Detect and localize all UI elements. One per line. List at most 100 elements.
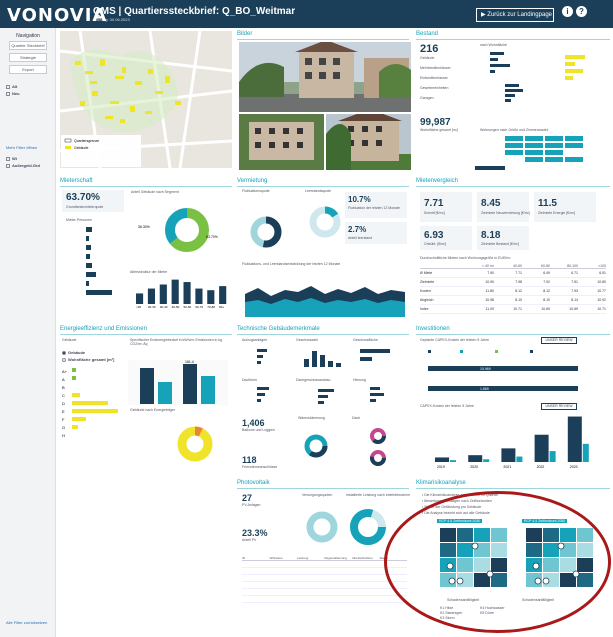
class-label: H	[62, 433, 65, 438]
table-cell: 10.92	[597, 298, 606, 302]
capex-bar-secondary	[516, 456, 523, 462]
section-title-klimarisiko: Klimarisikoanalyse	[416, 480, 466, 486]
table-cell: 6.51	[599, 271, 606, 275]
risk-cell	[577, 528, 593, 542]
chart-title-aufzug: Aufzugsanlagen	[242, 338, 268, 342]
table-header-cell: Status	[379, 556, 389, 560]
kpi-miete-bestand: 8.18	[481, 230, 501, 241]
map-legend-border: Quartiersgrenze	[74, 139, 99, 143]
capex-bar-secondary	[582, 443, 589, 462]
chart-title-leistung: Installierte Leistung nach Inbetriebnahm…	[346, 493, 411, 497]
more-filters-link[interactable]: Mehr Filter öffnen	[6, 145, 37, 150]
age-bar	[147, 288, 155, 304]
class-label: A+	[62, 369, 68, 374]
kpi-pv-anlagen-label: PV-Anlagen	[242, 503, 261, 507]
help-icon[interactable]: ?	[576, 6, 587, 17]
checkbox-label: Alt	[12, 84, 18, 89]
back-button-label: Zurück zur Landingpage	[487, 12, 552, 18]
age-tick-label: 50-60	[184, 305, 192, 309]
klima-bullet: • Bewertungsgrundlagen nach Zeithorizont…	[422, 499, 492, 503]
unser-review-button[interactable]: UNSER REVIEW	[541, 337, 577, 344]
sidebar-button-strategie[interactable]: Strategie	[9, 53, 47, 62]
class-label: E	[62, 409, 65, 414]
table-header-cell: Leistung	[297, 556, 309, 560]
kpi-label: Zielmiete Neuvermietung [€/m²]	[481, 211, 530, 215]
filter-checkbox-neu[interactable]: Neu	[6, 91, 20, 96]
pv-table: ID Wirksame Leistung Regionalisierung Inbetr…	[242, 556, 407, 603]
sidebar-button-export[interactable]: Export	[9, 65, 47, 74]
unser-review-button-2[interactable]: UNSER REVIEW	[541, 403, 577, 410]
filter-checkbox-extra[interactable]: Außergebl.Grd	[6, 163, 40, 168]
capex-bar	[567, 416, 582, 462]
back-to-landingpage-button[interactable]: ▶ Zurück zur Landingpage	[476, 8, 554, 22]
energie-radio-title: Gebäude	[62, 338, 77, 342]
age-tick-label: 80+	[219, 305, 224, 309]
kpi-wohnflaeche-label: Wohnfläche gesamt [m²]	[420, 128, 458, 132]
age-bar	[159, 284, 167, 304]
table-cell: 10.69	[569, 307, 578, 311]
capex-bar	[468, 455, 483, 462]
axis-x-label: Schadensanfälligkeit	[522, 598, 555, 602]
bar-value: 10,969	[480, 367, 491, 371]
quarter-map[interactable]: Quartiersgrenze Gebäude	[59, 30, 233, 169]
reset-filters-link[interactable]: Alle Filter zurücksetzen	[6, 620, 47, 625]
bestand-list-item: Einfamilienhäuser	[420, 76, 448, 80]
risk-cell	[491, 528, 507, 542]
risk-cell	[543, 528, 559, 542]
table-row: Index 11.09 10.71 10.69 10.69 10.71	[420, 305, 606, 314]
chart-title-dach: Dach	[352, 416, 361, 420]
fluktuation-area-chart	[245, 272, 405, 317]
chart-title-waermedaemmung: Wärmedämmung	[298, 416, 325, 420]
chart-title-geschosszahl: Geschosszahl	[296, 338, 318, 342]
info-icon[interactable]: i	[562, 6, 573, 17]
altersstruktur-bar-chart: <20 20-30 30-40 40-50 50-60 60-70 70-80 80+	[136, 279, 227, 309]
matrix-title-2050: RCP 4.5 Zeithorizont 2050	[522, 519, 568, 523]
klimarisiko-matrix	[440, 528, 593, 587]
technik-row2-charts	[257, 387, 384, 404]
risk-cell	[560, 528, 576, 542]
table-row: Abgleich 10.98 8.10 8.10 8.14 10.92	[420, 296, 606, 305]
risk-cell	[491, 558, 507, 572]
capex-tick-label: 2019	[437, 465, 445, 469]
risk-marker	[471, 542, 479, 550]
section-title-photovoltaik: Photovoltaik	[237, 480, 270, 486]
table-cell: 8.14	[571, 298, 578, 302]
age-tick-label: 70-80	[207, 305, 215, 309]
table-cell: 11.80	[485, 289, 495, 293]
radio-wohnflaeche[interactable]: Wohnfläche gesamt [m²]	[62, 357, 114, 362]
capex-tick-label: 2021	[503, 465, 511, 469]
filter-checkbox-alt[interactable]: Alt	[6, 84, 17, 89]
chart-title-geschossflaeche: Geschossfläche	[353, 338, 378, 342]
kpi-leerstand-value: 2.7%	[348, 225, 367, 234]
risk-cell	[491, 543, 507, 557]
risk-cell	[577, 543, 593, 557]
filter-checkbox-wi[interactable]: Wi	[6, 156, 17, 161]
sidebar-button-steckbrief[interactable]: Quartier Steckbrief	[9, 41, 47, 50]
risk-cell	[440, 528, 456, 542]
chart-title-energietraeger: Gebäude nach Energieträger	[130, 408, 176, 412]
capex-bar	[501, 448, 516, 462]
radio-gebaeude[interactable]: Gebäude	[62, 350, 85, 355]
divider	[237, 334, 409, 335]
age-bar	[219, 286, 227, 304]
energietraeger-donut	[177, 426, 213, 462]
kpi-label: Schnitt [€/m²]	[424, 211, 445, 215]
table-row: Zielmiete 10.90 7.98 7.92 7.51 10.80	[420, 278, 606, 287]
leerstand-donut	[309, 206, 341, 238]
bullet-text: Bewertungsgrundlagen nach Zeithorizonten	[424, 499, 492, 503]
kpi-pv-anteil-value: 23.3%	[242, 528, 268, 538]
divider	[416, 186, 610, 187]
table-header-cell: 40-60	[513, 264, 522, 268]
table-cell: Zielmiete	[420, 280, 435, 284]
capex-bar	[435, 457, 449, 462]
age-tick-label: 20-30	[148, 305, 156, 309]
age-bar	[136, 293, 144, 304]
chart-title-wohnflaeche: nach Wohnfläche	[480, 43, 507, 47]
risk-cell	[457, 528, 473, 542]
bestand-list-item: Mehrfamilienhäuser	[420, 66, 451, 70]
klima-bullet: • Die Klimarisikoanalyse zeigt Risiken i…	[422, 493, 499, 497]
kpi-balkone-value: 1,406	[242, 418, 265, 428]
bullet-text: Die Analyse bezieht sich auf alle Gebäud…	[424, 511, 490, 515]
divider	[237, 186, 409, 187]
table-row	[242, 582, 407, 589]
